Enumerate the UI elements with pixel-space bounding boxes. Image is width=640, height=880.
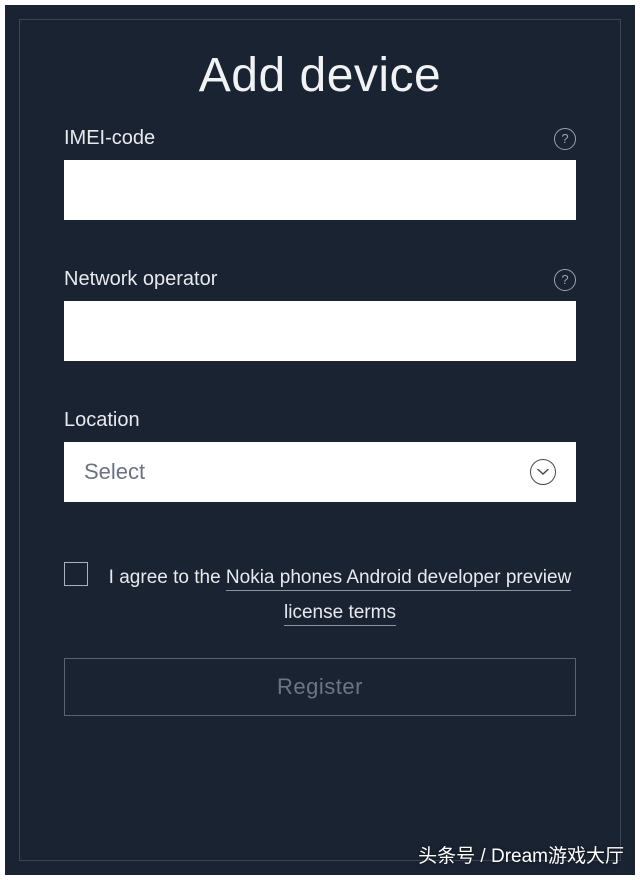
- page-title: Add device: [64, 48, 576, 103]
- network-input[interactable]: [64, 301, 576, 361]
- agreement-prefix: I agree to the: [109, 567, 226, 588]
- agree-checkbox[interactable]: [64, 562, 88, 586]
- location-placeholder: Select: [84, 459, 530, 485]
- location-select[interactable]: Select: [64, 442, 576, 502]
- network-group: Network operator ?: [64, 268, 576, 361]
- help-icon[interactable]: ?: [554, 128, 576, 150]
- agreement-row: I agree to the Nokia phones Android deve…: [64, 560, 576, 630]
- location-group: Location Select: [64, 409, 576, 502]
- add-device-form: Add device IMEI-code ? Network operator …: [19, 19, 621, 861]
- chevron-down-icon: [530, 459, 556, 485]
- watermark: 头条号 / Dream游戏大厅: [418, 841, 624, 868]
- license-terms-link[interactable]: Nokia phones Android developer preview l…: [226, 567, 571, 626]
- register-button[interactable]: Register: [64, 658, 576, 716]
- imei-input[interactable]: [64, 160, 576, 220]
- imei-label: IMEI-code: [64, 127, 155, 150]
- network-label: Network operator: [64, 268, 217, 291]
- location-label: Location: [64, 409, 140, 432]
- imei-group: IMEI-code ?: [64, 127, 576, 220]
- agreement-text: I agree to the Nokia phones Android deve…: [104, 560, 576, 630]
- help-icon[interactable]: ?: [554, 269, 576, 291]
